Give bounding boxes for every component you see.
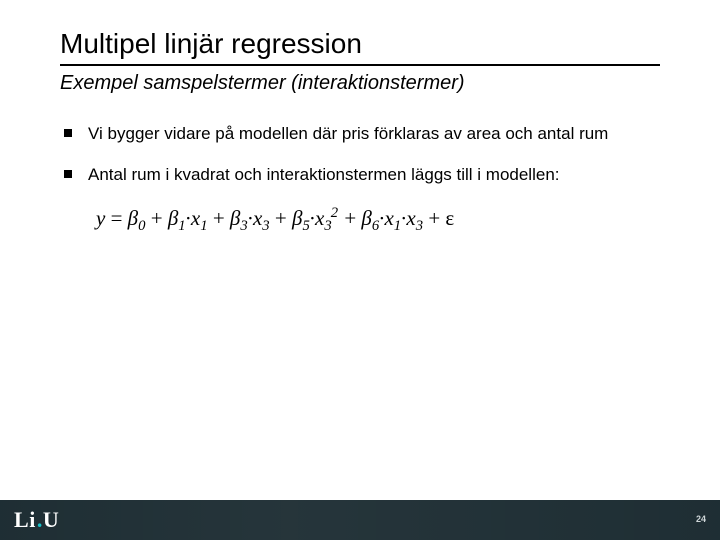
x6a: x bbox=[384, 206, 393, 230]
beta6: β bbox=[361, 206, 371, 230]
sub1: 1 bbox=[178, 218, 185, 234]
bullet-item: Antal rum i kvadrat och interaktionsterm… bbox=[88, 164, 660, 187]
sub3: 3 bbox=[240, 218, 247, 234]
logo-letter-l: L bbox=[14, 507, 29, 533]
logo-letter-u: U bbox=[43, 507, 59, 533]
x1: x bbox=[191, 206, 200, 230]
slide-footer: Li.U 24 bbox=[0, 500, 720, 540]
plus-eps: + ε bbox=[423, 206, 454, 230]
bullet-item: Vi bygger vidare på modellen där pris fö… bbox=[88, 123, 660, 146]
title-rule bbox=[60, 64, 660, 66]
slide: Multipel linjär regression Exempel samsp… bbox=[0, 0, 720, 540]
beta0: β bbox=[128, 206, 138, 230]
x3: x bbox=[253, 206, 262, 230]
bullet-list: Vi bygger vidare på modellen där pris fö… bbox=[60, 123, 660, 187]
slide-title: Multipel linjär regression bbox=[60, 28, 660, 60]
plus: + bbox=[339, 206, 361, 230]
sup2: 2 bbox=[331, 205, 338, 221]
equals: = bbox=[105, 206, 127, 230]
var-y: y bbox=[96, 206, 105, 230]
plus: + bbox=[208, 206, 230, 230]
liu-logo: Li.U bbox=[14, 507, 59, 533]
beta3: β bbox=[230, 206, 240, 230]
regression-formula: y = β0 + β1∙x1 + β3∙x3 + β5∙x32 + β6∙x1∙… bbox=[96, 205, 660, 235]
beta1: β bbox=[168, 206, 178, 230]
page-number: 24 bbox=[696, 514, 706, 526]
x6b: x bbox=[406, 206, 415, 230]
subx1: 1 bbox=[200, 218, 207, 234]
sub5: 5 bbox=[302, 218, 309, 234]
plus: + bbox=[145, 206, 167, 230]
subx6b: 3 bbox=[416, 218, 423, 234]
subx3: 3 bbox=[262, 218, 269, 234]
beta5: β bbox=[292, 206, 302, 230]
slide-subtitle: Exempel samspelstermer (interaktionsterm… bbox=[60, 72, 660, 95]
slide-content: Multipel linjär regression Exempel samsp… bbox=[0, 0, 720, 235]
logo-letter-i: i bbox=[29, 507, 36, 533]
x5: x bbox=[315, 206, 324, 230]
plus: + bbox=[270, 206, 292, 230]
